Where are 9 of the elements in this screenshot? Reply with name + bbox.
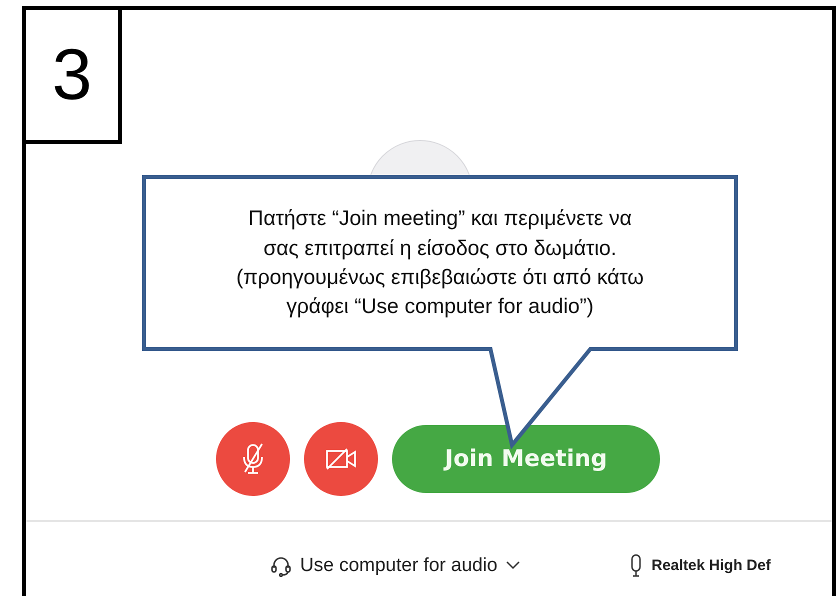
step-number: 3 [26, 10, 122, 144]
chevron-down-icon [506, 561, 520, 570]
headset-icon [270, 554, 292, 577]
microphone-device: Realtek High Def [652, 557, 771, 574]
audio-dropdown[interactable]: Use computer for audio [270, 554, 520, 577]
camera-off-icon [325, 447, 357, 472]
microphone-icon [630, 554, 642, 578]
microphone-muted-icon [240, 442, 266, 476]
instruction-text: Πατήστε “Join meeting” και περιμένετε να σας επιτραπεί η είσοδος στο δωμάτιο. (προηγουμένως επιβεβαιώστε ότι από κάτω γράφει “Use computer for audio”) [236, 206, 644, 320]
